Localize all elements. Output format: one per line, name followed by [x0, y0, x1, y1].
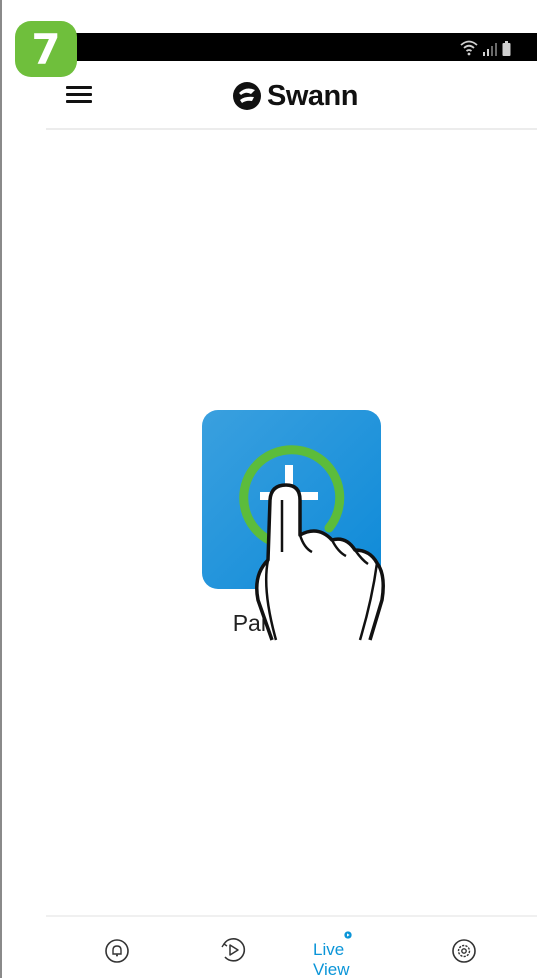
menu-icon-bar [66, 100, 92, 103]
status-bar [46, 33, 537, 61]
nav-live-view-label: Live View [313, 940, 350, 979]
bottom-navigation: Live View [46, 915, 537, 980]
wifi-icon [460, 40, 478, 56]
logo-text: Swann [267, 79, 358, 112]
nav-settings-button[interactable] [429, 917, 499, 980]
swann-logo: Swann [232, 80, 358, 112]
menu-icon-bar [66, 86, 92, 89]
status-icons [460, 38, 511, 56]
header-divider [46, 128, 537, 130]
battery-icon [502, 41, 511, 56]
play-icon [344, 931, 352, 939]
swann-logo-icon [233, 82, 261, 110]
nav-live-view-button[interactable]: Live View [313, 917, 383, 980]
pair-device-label: Pair Device [232, 610, 351, 636]
add-device-icon [239, 445, 345, 545]
signal-icon [483, 43, 497, 56]
nav-playback-button[interactable] [198, 917, 268, 980]
pair-device-button[interactable] [202, 410, 381, 589]
screen-border [0, 0, 2, 978]
hamburger-menu-button[interactable] [66, 86, 92, 106]
step-number-badge: 7 [15, 21, 77, 77]
nav-notifications-button[interactable] [82, 917, 152, 980]
playback-icon [221, 938, 246, 962]
gear-icon [452, 939, 476, 963]
bell-icon [105, 939, 129, 963]
menu-icon-bar [66, 93, 92, 96]
